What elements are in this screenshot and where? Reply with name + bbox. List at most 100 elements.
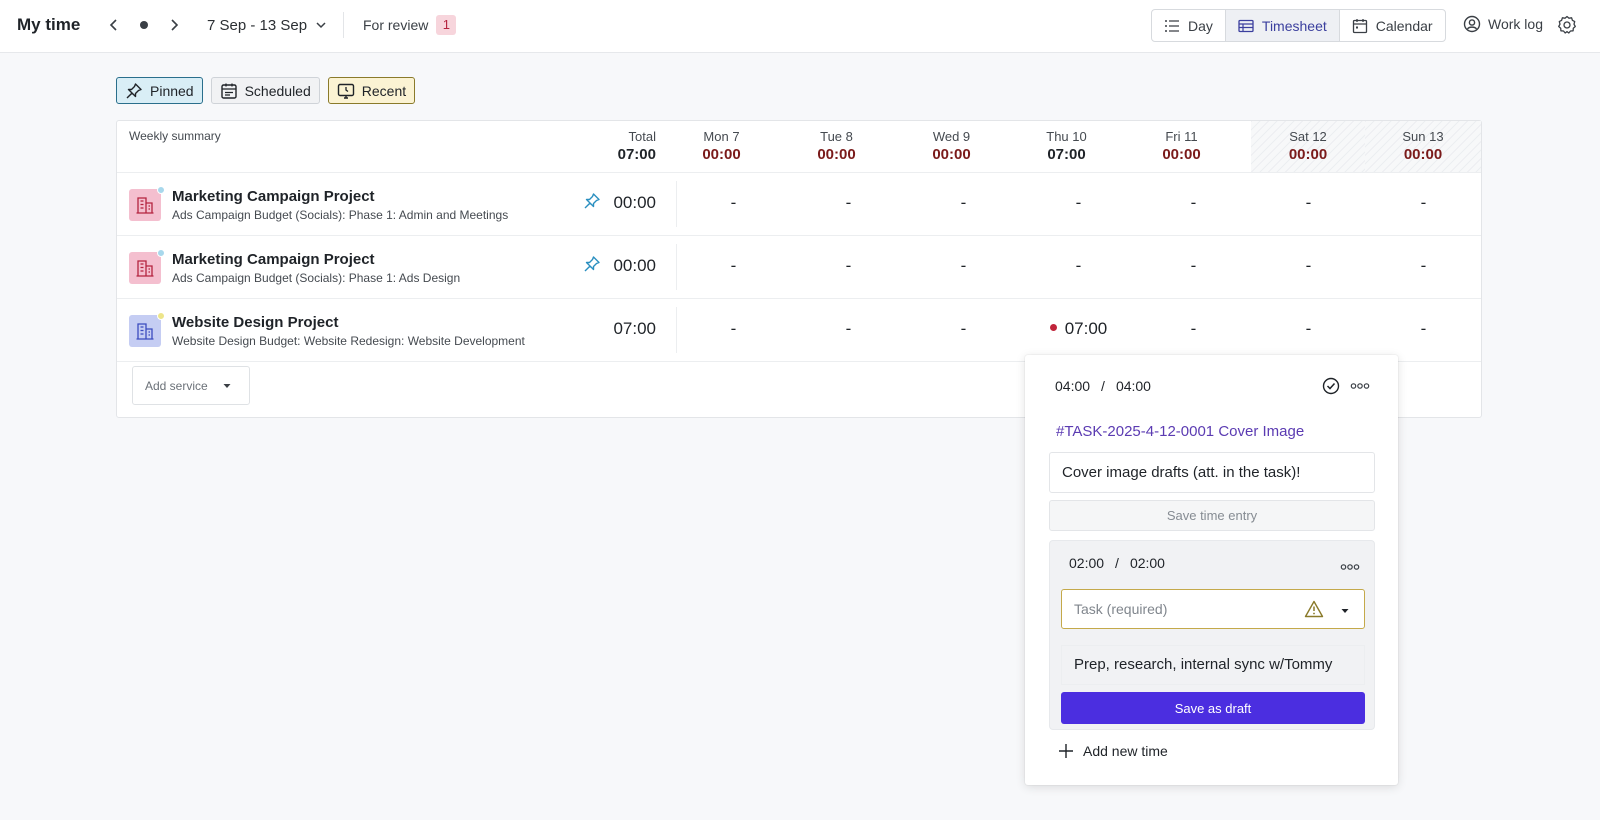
time-cell[interactable]: -: [1251, 193, 1366, 213]
previous-week-button[interactable]: [103, 14, 125, 36]
time-cell-selected[interactable]: 07:00: [1021, 319, 1136, 339]
view-day-label: Day: [1188, 17, 1213, 34]
time-cell[interactable]: -: [676, 256, 791, 276]
time-cell[interactable]: -: [791, 256, 906, 276]
billable-time[interactable]: 02:00: [1130, 555, 1165, 571]
filter-pinned-chip[interactable]: Pinned: [116, 77, 203, 104]
time-cell[interactable]: -: [1366, 193, 1481, 213]
view-timesheet-button[interactable]: Timesheet: [1225, 10, 1340, 41]
add-new-time-label: Add new time: [1083, 743, 1168, 759]
chevron-right-icon: [171, 19, 179, 31]
caret-down-icon: [223, 383, 231, 388]
time-cell[interactable]: -: [1136, 256, 1251, 276]
day-total: 00:00: [702, 146, 741, 163]
time-cell[interactable]: -: [1251, 256, 1366, 276]
date-range-label: 7 Sep - 13 Sep: [207, 16, 308, 34]
total-value: 07:00: [617, 146, 656, 163]
filter-scheduled-label: Scheduled: [244, 82, 311, 99]
time-cell[interactable]: -: [791, 193, 906, 213]
add-new-time-button[interactable]: Add new time: [1058, 743, 1168, 759]
task-select[interactable]: Task (required): [1061, 589, 1365, 629]
view-day-button[interactable]: Day: [1152, 10, 1226, 41]
project-avatar: [129, 189, 161, 221]
pin-icon: [126, 82, 142, 98]
time-cell[interactable]: -: [906, 193, 1021, 213]
logged-time[interactable]: 04:00: [1055, 378, 1090, 394]
logged-time[interactable]: 02:00: [1069, 555, 1104, 571]
for-review-button[interactable]: For review 1: [363, 15, 457, 35]
day-label: Mon 7: [703, 129, 740, 144]
row-total: 00:00: [613, 193, 656, 212]
building-icon: [136, 260, 154, 277]
date-range-picker[interactable]: 7 Sep - 13 Sep: [207, 14, 327, 36]
filter-recent-label: Recent: [361, 82, 407, 99]
settings-button[interactable]: [1557, 15, 1577, 35]
chevron-down-icon: [316, 22, 326, 29]
check-circle-icon: [1322, 377, 1340, 395]
save-as-draft-button[interactable]: Save as draft: [1061, 692, 1365, 724]
status-dot: [157, 312, 165, 320]
note-input[interactable]: Cover image drafts (att. in the task)!: [1049, 452, 1375, 493]
table-header: Weekly summary Total 07:00 Mon 7 00:00 T…: [117, 121, 1481, 173]
time-cell[interactable]: -: [906, 256, 1021, 276]
filter-chips: Pinned Scheduled Recent: [116, 77, 416, 104]
approve-button[interactable]: [1322, 377, 1340, 395]
time-cell[interactable]: -: [791, 319, 906, 339]
more-options-button[interactable]: [1350, 382, 1370, 390]
table-row: Marketing Campaign Project Ads Campaign …: [117, 236, 1481, 299]
row-total: 07:00: [613, 319, 656, 338]
service-name: Ads Campaign Budget (Socials): Phase 1: …: [172, 208, 509, 222]
project-avatar: [129, 252, 161, 284]
day-label: Wed 9: [932, 129, 971, 144]
note-input[interactable]: Prep, research, internal sync w/Tommy: [1061, 645, 1365, 685]
day-column-header: Tue 8 00:00: [779, 121, 894, 172]
time-cell[interactable]: -: [1366, 319, 1481, 339]
table-icon: [1238, 19, 1254, 32]
day-total: 00:00: [1162, 146, 1201, 163]
time-cell[interactable]: -: [676, 193, 791, 213]
entry-actions: [1322, 377, 1370, 395]
status-dot: [157, 186, 165, 194]
task-placeholder: Task (required): [1074, 601, 1168, 617]
calendar-icon: [1352, 18, 1367, 33]
recent-icon: [337, 83, 354, 99]
work-log-button[interactable]: Work log: [1463, 15, 1543, 33]
filter-scheduled-chip[interactable]: Scheduled: [210, 77, 320, 104]
gear-icon: [1558, 15, 1576, 34]
table-row: Website Design Project Website Design Bu…: [117, 299, 1481, 362]
day-label: Sat 12: [1289, 129, 1327, 144]
project-avatar: [129, 315, 161, 347]
time-cell[interactable]: -: [1251, 319, 1366, 339]
entry-times: 02:00 / 02:00: [1069, 555, 1165, 571]
view-calendar-label: Calendar: [1375, 17, 1433, 34]
time-separator: /: [1101, 378, 1105, 394]
time-cell[interactable]: -: [1136, 319, 1251, 339]
time-cell[interactable]: -: [676, 319, 791, 339]
day-label: Tue 8: [820, 129, 853, 144]
day-column-header: Sat 12 00:00: [1251, 121, 1365, 172]
more-options-button[interactable]: [1340, 563, 1360, 571]
time-cell[interactable]: -: [1021, 193, 1136, 213]
time-entry-popover: 04:00 / 04:00 #TASK-2025-4-12-0001 Cover…: [1025, 355, 1398, 785]
task-link[interactable]: #TASK-2025-4-12-0001 Cover Image: [1056, 423, 1304, 440]
current-week-button[interactable]: [140, 21, 148, 29]
time-cell[interactable]: -: [906, 319, 1021, 339]
for-review-label: For review: [363, 17, 429, 33]
chevron-left-icon: [109, 19, 117, 31]
filter-recent-chip[interactable]: Recent: [327, 77, 416, 104]
next-week-button[interactable]: [163, 14, 185, 36]
user-circle-icon: [1463, 15, 1481, 33]
time-cell[interactable]: -: [1136, 193, 1251, 213]
day-label: Sun 13: [1402, 129, 1444, 144]
top-bar: My time 7 Sep - 13 Sep For review 1 Day …: [0, 0, 1600, 53]
page-title: My time: [17, 15, 81, 34]
review-count-badge: 1: [436, 15, 457, 35]
time-cell[interactable]: -: [1366, 256, 1481, 276]
add-service-dropdown[interactable]: Add service: [132, 366, 250, 405]
save-time-entry-button[interactable]: Save time entry: [1049, 500, 1375, 531]
billable-time[interactable]: 04:00: [1116, 378, 1151, 394]
day-column-header: Sun 13 00:00: [1365, 121, 1481, 172]
time-cell[interactable]: -: [1021, 256, 1136, 276]
more-icon: [1350, 383, 1370, 389]
view-calendar-button[interactable]: Calendar: [1340, 10, 1445, 41]
